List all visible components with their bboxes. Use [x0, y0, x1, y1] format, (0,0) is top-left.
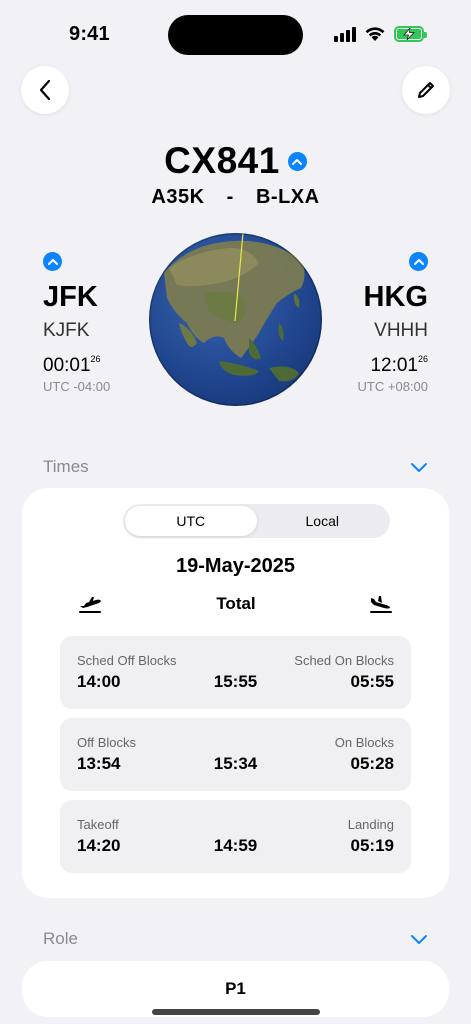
takeoff-label: Takeoff	[77, 817, 119, 832]
times-section-header[interactable]: Times	[43, 457, 428, 477]
role-section-header[interactable]: Role	[43, 929, 428, 949]
departure-iata: JFK	[43, 281, 98, 313]
time-row-flight[interactable]: Takeoff Landing 14:20 14:59 05:19	[60, 800, 411, 873]
arrival-seconds: 26	[417, 354, 428, 364]
back-button[interactable]	[21, 66, 69, 114]
total-header-row: Total	[78, 594, 394, 614]
aircraft-separator: -	[226, 186, 234, 208]
chevron-left-icon	[39, 79, 51, 101]
globe-map[interactable]	[149, 233, 322, 406]
chevron-up-icon	[413, 259, 424, 265]
chevron-down-icon[interactable]	[410, 934, 428, 945]
arrival-iata: HKG	[363, 281, 428, 313]
time-row-sched-blocks[interactable]: Sched Off Blocks Sched On Blocks 14:00 1…	[60, 636, 411, 709]
arrival-airport: HKG VHHH 12:0126 UTC +08:00	[318, 252, 428, 394]
aircraft-type: A35K	[151, 186, 205, 208]
segment-utc[interactable]: UTC	[125, 506, 257, 536]
sched-off-blocks-label: Sched Off Blocks	[77, 653, 177, 668]
cellular-signal-icon	[334, 27, 358, 42]
flight-header: CX841	[0, 140, 471, 182]
chevron-up-icon	[292, 158, 303, 165]
globe-landmass	[149, 233, 322, 406]
landing-value: 05:19	[350, 836, 394, 855]
role-value: P1	[225, 979, 246, 998]
off-blocks-label: Off Blocks	[77, 735, 137, 750]
battery-charging-icon	[394, 26, 427, 42]
aircraft-info: A35K - B-LXA	[0, 186, 471, 209]
arrival-toggle-button[interactable]	[409, 252, 428, 271]
home-indicator	[152, 1009, 320, 1015]
landing-icon	[369, 596, 392, 613]
departure-airport: JFK KJFK 00:0126 UTC -04:00	[43, 252, 153, 394]
status-bar: 9:41	[0, 0, 471, 70]
departure-icao: KJFK	[43, 320, 90, 341]
time-zone-segmented-control[interactable]: UTC Local	[123, 504, 390, 538]
pencil-icon	[418, 82, 434, 98]
flight-toggle-button[interactable]	[287, 151, 307, 171]
on-blocks-value: 05:28	[350, 754, 394, 773]
takeoff-icon	[79, 597, 101, 613]
arrival-time: 12:0126	[370, 354, 428, 376]
arrival-icao: VHHH	[374, 320, 428, 341]
on-blocks-label: On Blocks	[334, 735, 394, 750]
total-label: Total	[216, 594, 256, 613]
departure-seconds: 26	[90, 354, 101, 364]
wifi-icon	[365, 27, 385, 41]
time-row-blocks[interactable]: Off Blocks On Blocks 13:54 15:34 05:28	[60, 718, 411, 791]
sched-on-blocks-label: Sched On Blocks	[294, 653, 394, 668]
times-card: UTC Local 19-May-2025 Total Sched Off Bl…	[22, 488, 449, 898]
arrival-utc-offset: UTC +08:00	[357, 379, 428, 394]
aircraft-registration: B-LXA	[255, 186, 320, 208]
flight-number: CX841	[164, 140, 280, 181]
chevron-up-icon	[47, 259, 58, 265]
status-time: 9:41	[69, 23, 110, 45]
departure-utc-offset: UTC -04:00	[43, 379, 111, 394]
role-section-label: Role	[43, 929, 78, 948]
chevron-down-icon[interactable]	[410, 462, 428, 473]
sched-on-blocks-value: 05:55	[350, 672, 394, 691]
departure-time: 00:0126	[43, 354, 101, 376]
dynamic-island	[168, 15, 303, 55]
edit-button[interactable]	[402, 66, 450, 114]
segment-local[interactable]: Local	[257, 506, 389, 536]
times-section-label: Times	[43, 457, 89, 476]
landing-label: Landing	[347, 817, 394, 832]
departure-toggle-button[interactable]	[43, 252, 62, 271]
flight-date: 19-May-2025	[176, 555, 295, 577]
